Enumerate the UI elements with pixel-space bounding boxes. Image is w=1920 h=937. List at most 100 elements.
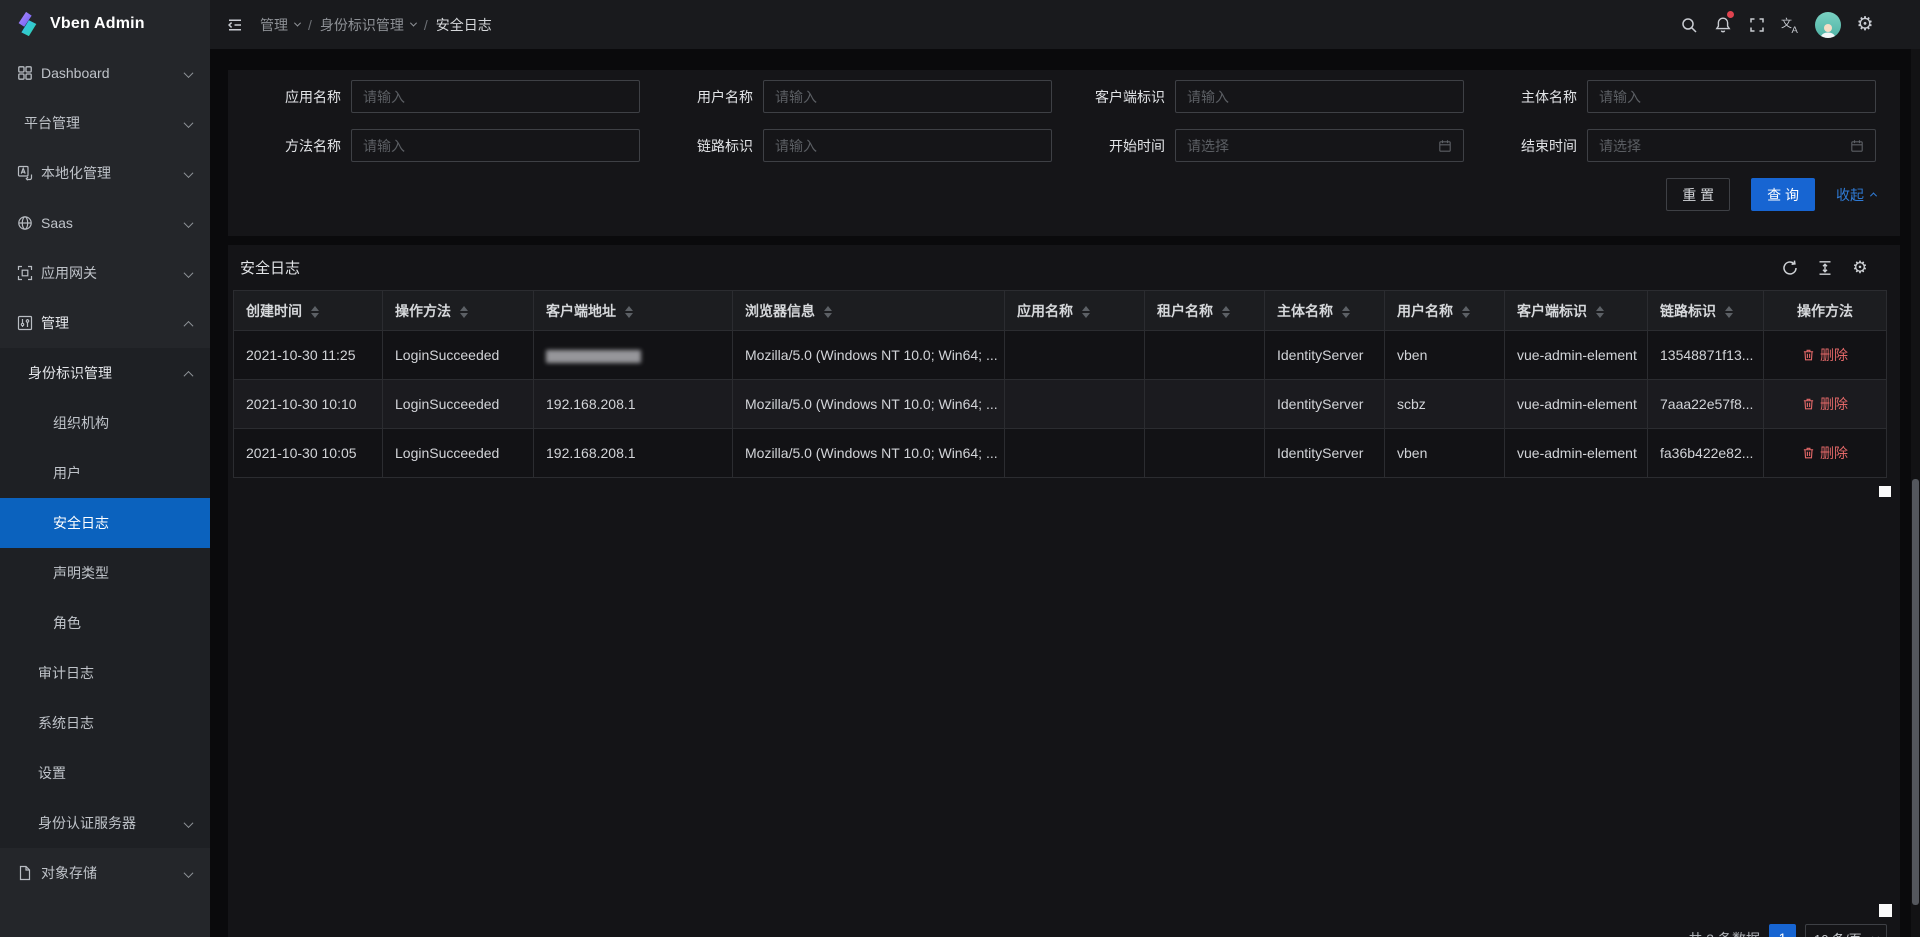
chevron-down-icon — [185, 115, 192, 131]
trash-icon — [1802, 397, 1815, 411]
delete-button[interactable]: 删除 — [1802, 443, 1848, 463]
field-subject-name: 主体名称 — [1464, 80, 1876, 113]
sidebar-item-identity-server[interactable]: 身份认证服务器 — [0, 798, 210, 848]
sort-icon[interactable] — [1082, 306, 1090, 318]
search-button[interactable]: 查 询 — [1751, 178, 1815, 211]
table-row: 2021-10-30 10:10 LoginSucceeded 192.168.… — [234, 380, 1887, 429]
col-client-ip[interactable]: 客户端地址 — [534, 291, 733, 331]
start-time-picker[interactable]: 请选择 — [1175, 129, 1464, 162]
sort-icon[interactable] — [311, 306, 319, 318]
table-horizontal-scrollbar-thumb[interactable] — [1879, 904, 1892, 917]
row-height-icon[interactable] — [1815, 258, 1835, 278]
calendar-icon — [1850, 139, 1864, 153]
sort-icon[interactable] — [1222, 306, 1230, 318]
filter-form: 应用名称 用户名称 客户端标识 主体名称 方法名称 链路标识 — [228, 70, 1900, 236]
table-vertical-scrollbar-thumb[interactable] — [1879, 486, 1891, 497]
card-header: 安全日志 ⚙ — [228, 245, 1900, 290]
security-log-card: 安全日志 ⚙ 创建时间 — [228, 245, 1900, 937]
col-user-name[interactable]: 用户名称 — [1385, 291, 1505, 331]
window-scrollbar[interactable] — [1911, 49, 1920, 937]
page-size-select[interactable]: 10 条/页 — [1805, 924, 1887, 937]
field-client-id: 客户端标识 — [1052, 80, 1464, 113]
sidebar-item-security-log[interactable]: 安全日志 — [0, 498, 210, 548]
col-created-time[interactable]: 创建时间 — [234, 291, 383, 331]
col-subject-name[interactable]: 主体名称 — [1265, 291, 1385, 331]
top-header: 管理 / 身份标识管理 / 安全日志 文A ⚙ — [210, 0, 1920, 49]
field-label: 结束时间 — [1464, 136, 1587, 156]
breadcrumb-item-identity-management[interactable]: 身份标识管理 — [320, 15, 416, 35]
chevron-up-icon — [1870, 192, 1877, 199]
sort-icon[interactable] — [824, 306, 832, 318]
sidebar-menu: Dashboard 平台管理 本地化管理 Saas 应用网关 — [0, 48, 210, 898]
col-client-id[interactable]: 客户端标识 — [1505, 291, 1648, 331]
notification-badge — [1727, 11, 1734, 18]
field-start-time: 开始时间 请选择 — [1052, 129, 1464, 162]
sidebar-item-identity-management[interactable]: 身份标识管理 — [0, 348, 210, 398]
sort-icon[interactable] — [1342, 306, 1350, 318]
sort-icon[interactable] — [1462, 306, 1470, 318]
breadcrumb-item-security-log: 安全日志 — [436, 15, 492, 35]
notification-bell-icon[interactable] — [1706, 0, 1740, 49]
menu-fold-icon[interactable] — [222, 12, 248, 38]
col-browser[interactable]: 浏览器信息 — [733, 291, 1005, 331]
col-method[interactable]: 操作方法 — [383, 291, 534, 331]
sidebar-item-management[interactable]: 管理 — [0, 298, 210, 348]
user-name-input[interactable] — [763, 80, 1052, 113]
settings-gear-icon[interactable]: ⚙ — [1848, 0, 1882, 49]
sort-icon[interactable] — [1596, 306, 1604, 318]
refresh-icon[interactable] — [1780, 258, 1800, 278]
sidebar-item-settings[interactable]: 设置 — [0, 748, 210, 798]
sidebar-item-localization[interactable]: 本地化管理 — [0, 148, 210, 198]
app-title: Vben Admin — [50, 15, 145, 33]
sidebar-item-system-log[interactable]: 系统日志 — [0, 698, 210, 748]
logo[interactable]: Vben Admin — [0, 0, 210, 48]
field-method-name: 方法名称 — [228, 129, 640, 162]
user-avatar[interactable] — [1808, 0, 1848, 49]
sidebar-item-audit-log[interactable]: 审计日志 — [0, 648, 210, 698]
breadcrumb-item-management[interactable]: 管理 — [260, 15, 300, 35]
sort-icon[interactable] — [460, 306, 468, 318]
col-app-name[interactable]: 应用名称 — [1005, 291, 1145, 331]
filter-buttons: 重 置 查 询 收起 — [228, 178, 1876, 211]
sidebar-item-roles[interactable]: 角色 — [0, 598, 210, 648]
field-label: 方法名称 — [228, 136, 351, 156]
sidebar-item-organization[interactable]: 组织机构 — [0, 398, 210, 448]
window-scrollbar-thumb[interactable] — [1912, 479, 1919, 905]
sidebar-item-saas[interactable]: Saas — [0, 198, 210, 248]
card-title: 安全日志 — [240, 257, 300, 278]
client-id-input[interactable] — [1175, 80, 1464, 113]
sidebar-item-app-gateway[interactable]: 应用网关 — [0, 248, 210, 298]
chevron-down-icon — [1872, 933, 1879, 937]
field-label: 客户端标识 — [1052, 87, 1175, 107]
trash-icon — [1802, 348, 1815, 362]
col-tenant-name[interactable]: 租户名称 — [1145, 291, 1265, 331]
chevron-down-icon — [185, 165, 192, 181]
delete-button[interactable]: 删除 — [1802, 345, 1848, 365]
subject-name-input[interactable] — [1587, 80, 1876, 113]
fullscreen-icon[interactable] — [1740, 0, 1774, 49]
redacted-ip — [546, 350, 641, 363]
table-settings-gear-icon[interactable]: ⚙ — [1850, 258, 1870, 278]
col-trace-id[interactable]: 链路标识 — [1648, 291, 1764, 331]
pagination-page-1[interactable]: 1 — [1769, 924, 1796, 937]
sort-icon[interactable] — [1725, 306, 1733, 318]
collapse-link[interactable]: 收起 — [1836, 185, 1876, 205]
sidebar-item-users[interactable]: 用户 — [0, 448, 210, 498]
reset-button[interactable]: 重 置 — [1666, 178, 1730, 211]
sidebar-item-dashboard[interactable]: Dashboard — [0, 48, 210, 98]
svg-text:文: 文 — [1781, 16, 1792, 30]
chevron-up-icon — [185, 365, 192, 381]
sidebar-item-object-storage[interactable]: 对象存储 — [0, 848, 210, 898]
search-icon[interactable] — [1672, 0, 1706, 49]
sort-icon[interactable] — [625, 306, 633, 318]
method-name-input[interactable] — [351, 129, 640, 162]
app-name-input[interactable] — [351, 80, 640, 113]
delete-button[interactable]: 删除 — [1802, 394, 1848, 414]
sidebar-item-platform-management[interactable]: 平台管理 — [0, 98, 210, 148]
end-time-picker[interactable]: 请选择 — [1587, 129, 1876, 162]
saas-globe-icon — [17, 215, 33, 231]
sidebar-item-claim-types[interactable]: 声明类型 — [0, 548, 210, 598]
vben-logo-icon — [13, 10, 41, 38]
trace-id-input[interactable] — [763, 129, 1052, 162]
locale-translate-icon[interactable]: 文A — [1774, 0, 1808, 49]
